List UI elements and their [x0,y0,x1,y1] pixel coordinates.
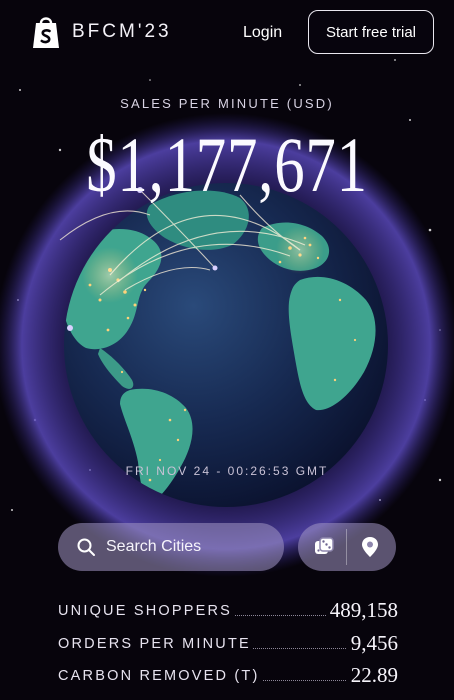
random-city-button[interactable] [300,523,348,571]
timestamp: FRI NOV 24 - 00:26:53 GMT [125,464,329,478]
map-controls [298,523,396,571]
header-bar: BFCM'23 Login Start free trial [0,0,454,64]
login-link[interactable]: Login [243,24,282,42]
stat-label: ORDERS PER MINUTE [58,635,253,652]
stat-label: UNIQUE SHOPPERS [58,603,234,619]
stat-value: 9,456 [346,630,398,656]
metric-subtitle: SALES PER MINUTE (USD) [120,96,334,111]
search-placeholder: Search Cities [106,538,202,555]
stat-value: 22.89 [346,663,398,688]
search-icon [77,538,95,556]
dice-icon [315,537,334,554]
locate-button[interactable] [346,523,394,571]
stat-row-carbon-removed: CARBON REMOVED (T) 22.89 [58,663,398,696]
start-trial-button[interactable]: Start free trial [308,10,434,54]
stat-label: CARBON REMOVED (T) [58,668,262,684]
brand-title: BFCM'23 [72,21,172,42]
stat-value: 489,158 [325,598,398,623]
location-pin-icon [362,537,378,557]
stat-row-orders-per-minute: ORDERS PER MINUTE 9,456 [58,630,398,664]
stat-row-unique-shoppers: UNIQUE SHOPPERS 489,158 [58,598,398,631]
stats-list: UNIQUE SHOPPERS 489,158 ORDERS PER MINUT… [58,598,398,696]
sales-per-minute-value: $1,177,671 [86,121,368,208]
shopify-bag-icon[interactable] [30,14,62,50]
search-cities-input[interactable]: Search Cities [58,523,284,571]
